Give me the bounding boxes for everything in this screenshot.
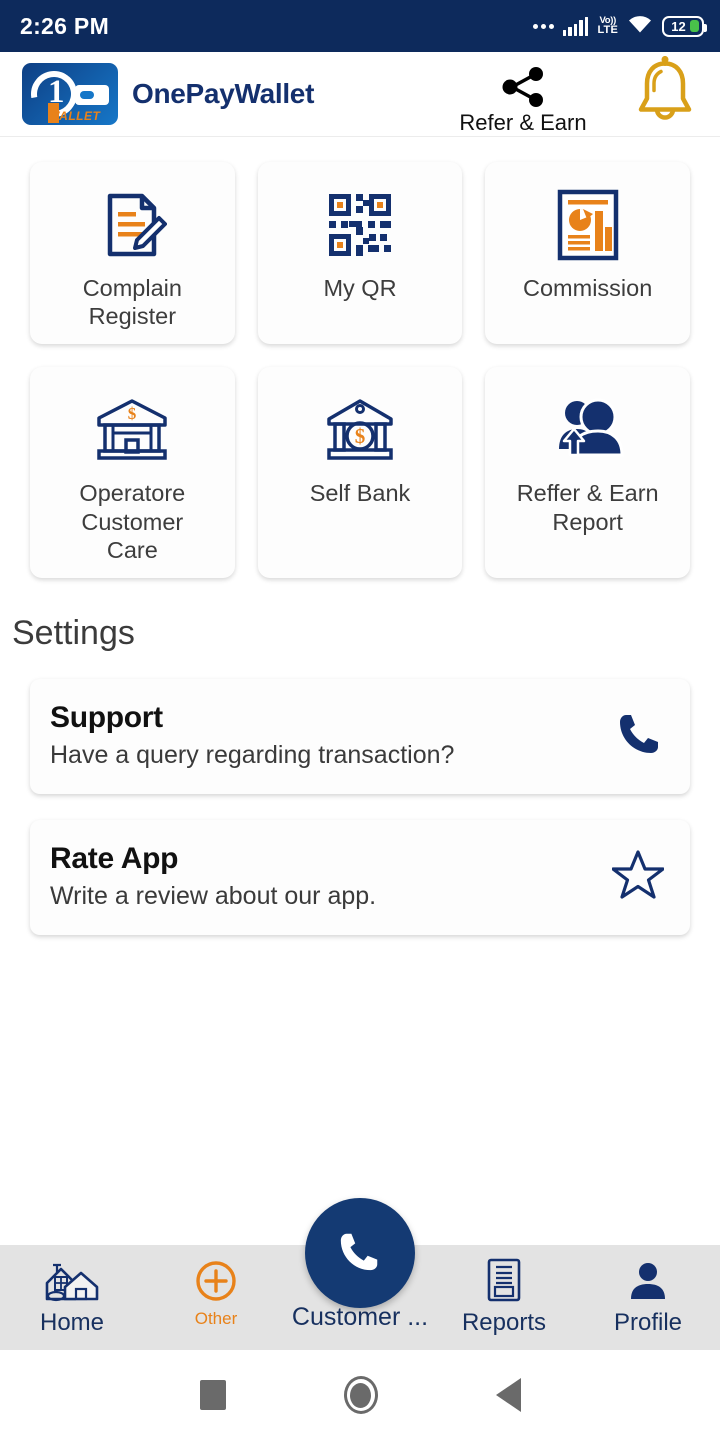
home-circle-icon[interactable] — [343, 1376, 378, 1414]
tile-label: Operatore Customer Care — [79, 480, 186, 563]
shortcut-grid: Complain Register My QR Commission $ Ope… — [0, 137, 720, 578]
battery-level-label: 12 — [671, 18, 686, 34]
bottom-nav-wrapper: Home Other Customer ... Reports Profile — [0, 1190, 720, 1350]
house-icon — [43, 1259, 101, 1303]
report-document-icon — [485, 1258, 523, 1303]
android-navigation-bar — [0, 1350, 720, 1440]
back-triangle-icon[interactable] — [495, 1378, 521, 1412]
phone-icon — [616, 709, 664, 762]
notifications-button[interactable] — [630, 56, 700, 133]
nav-item-other[interactable]: Other — [144, 1245, 288, 1350]
tile-label: Complain Register — [82, 275, 182, 330]
tile-label: My QR — [323, 275, 397, 301]
tile-complain-register[interactable]: Complain Register — [30, 162, 235, 345]
settings-heading: Settings — [12, 613, 135, 652]
support-texts: Support Have a query regarding transacti… — [50, 701, 454, 770]
app-logo-icon: 1 WALLET — [22, 63, 118, 125]
bell-icon — [630, 56, 700, 132]
wifi-icon — [627, 13, 653, 39]
main-content: Complain Register My QR Commission $ Ope… — [0, 137, 720, 1185]
nav-label: Reports — [461, 1309, 547, 1336]
nav-item-profile[interactable]: Profile — [576, 1245, 720, 1350]
app-bar: 1 WALLET OnePayWallet Refer & Earn — [0, 52, 720, 137]
nav-label: Other — [194, 1309, 238, 1328]
refer-and-earn-label: Refer & Earn — [459, 110, 587, 135]
tile-label: Self Bank — [309, 480, 411, 507]
status-time: 2:26 PM — [20, 12, 110, 39]
setting-card-support[interactable]: Support Have a query regarding transacti… — [30, 678, 690, 794]
tile-self-bank[interactable]: $ Self Bank — [257, 367, 463, 578]
report-chart-icon — [557, 188, 619, 262]
tile-operator-customer-care[interactable]: $ Operatore Customer Care — [30, 367, 235, 578]
people-referral-icon — [552, 393, 624, 467]
app-title: OnePayWallet — [132, 78, 315, 109]
bank-building-icon: $ — [95, 393, 169, 467]
tile-my-qr[interactable]: My QR — [257, 162, 463, 345]
star-outline-icon — [611, 849, 665, 904]
support-subtitle: Have a query regarding transaction? — [50, 740, 455, 769]
nav-label: Profile — [613, 1309, 683, 1336]
share-icon — [447, 66, 599, 108]
brand: 1 WALLET OnePayWallet — [22, 63, 314, 125]
bank-dollar-icon: $ — [323, 393, 397, 467]
support-title: Support — [50, 700, 163, 734]
volte-bottom-label: LTE — [597, 24, 618, 37]
qr-code-icon — [325, 188, 395, 262]
rate-app-title: Rate App — [50, 841, 179, 875]
volte-icon: Vo)) LTE — [597, 16, 618, 37]
refer-and-earn-button[interactable]: Refer & Earn — [447, 66, 599, 136]
customer-care-fab[interactable] — [305, 1198, 415, 1308]
person-icon — [627, 1259, 669, 1303]
tile-reffer-earn-report[interactable]: Reffer & Earn Report — [485, 367, 690, 578]
nav-item-home[interactable]: Home — [0, 1245, 144, 1350]
more-dots-icon — [532, 23, 554, 29]
plus-circle-icon — [194, 1259, 238, 1303]
tile-commission[interactable]: Commission — [485, 162, 690, 345]
rate-app-texts: Rate App Write a review about our app. — [50, 842, 376, 911]
setting-card-rate-app[interactable]: Rate App Write a review about our app. — [30, 819, 690, 935]
status-bar: 2:26 PM Vo)) LTE 12 — [0, 0, 720, 52]
logo-digit: 1 — [48, 74, 65, 110]
cellular-signal-icon — [562, 16, 589, 36]
nav-item-reports[interactable]: Reports — [432, 1245, 576, 1350]
rate-app-subtitle: Write a review about our app. — [50, 881, 377, 910]
svg-text:$: $ — [355, 424, 366, 448]
phone-fab-icon — [337, 1228, 383, 1279]
svg-text:$: $ — [128, 404, 137, 423]
document-edit-icon — [97, 188, 168, 262]
battery-icon: 12 — [662, 15, 707, 37]
recent-apps-icon[interactable] — [199, 1380, 226, 1410]
logo-wordmark: WALLET — [48, 109, 101, 123]
tile-label: Reffer & Earn Report — [516, 480, 659, 535]
nav-label: Home — [39, 1309, 105, 1336]
tile-label: Commission — [523, 275, 653, 301]
status-icons-group: Vo)) LTE 12 — [532, 13, 707, 39]
